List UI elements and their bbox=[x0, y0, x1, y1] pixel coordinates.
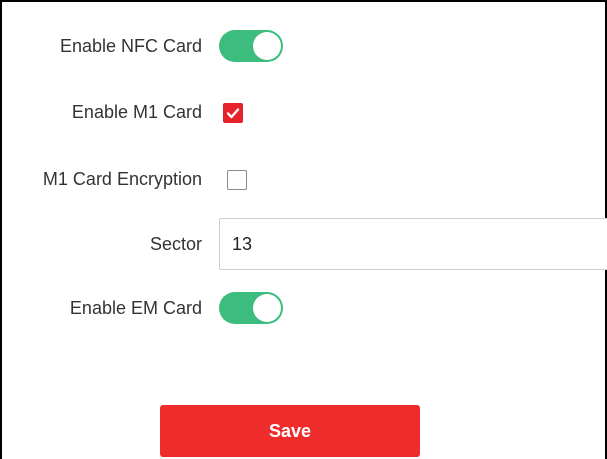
m1-encryption-label: M1 Card Encryption bbox=[42, 169, 202, 189]
sector-row: Sector bbox=[2, 218, 607, 270]
em-card-toggle[interactable] bbox=[219, 292, 283, 324]
nfc-card-toggle[interactable] bbox=[219, 30, 283, 62]
m1-card-checkbox[interactable] bbox=[223, 102, 243, 123]
settings-panel: Enable NFC Card Enable M1 Card M1 Card E… bbox=[0, 0, 607, 459]
em-card-label: Enable EM Card bbox=[69, 297, 202, 318]
m1-card-label: Enable M1 Card bbox=[71, 102, 202, 122]
toggle-knob bbox=[253, 294, 281, 322]
nfc-card-label: Enable NFC Card bbox=[59, 35, 202, 56]
save-button[interactable]: Save bbox=[160, 405, 420, 457]
m1-encryption-row: M1 Card Encryption bbox=[2, 169, 247, 190]
checkmark-icon bbox=[226, 107, 240, 118]
toggle-knob bbox=[253, 32, 281, 60]
m1-card-row: Enable M1 Card bbox=[2, 102, 243, 123]
em-card-row: Enable EM Card bbox=[2, 292, 283, 324]
nfc-card-row: Enable NFC Card bbox=[2, 30, 283, 62]
sector-input[interactable] bbox=[219, 218, 607, 270]
m1-encryption-checkbox[interactable] bbox=[227, 169, 247, 190]
sector-label: Sector bbox=[149, 233, 202, 254]
